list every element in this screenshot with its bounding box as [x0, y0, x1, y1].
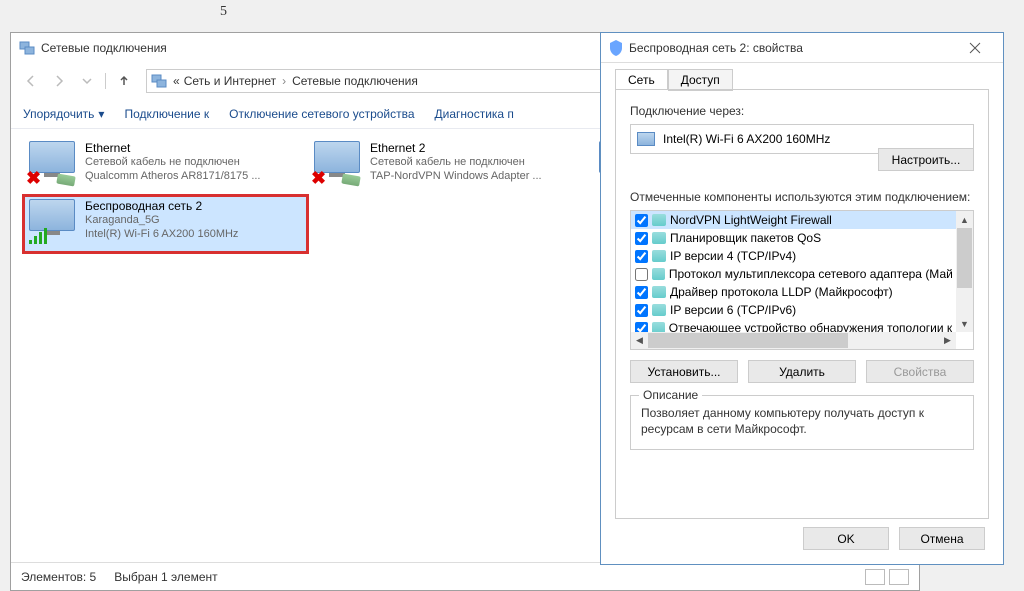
dropdown-icon: ▾	[98, 107, 104, 121]
component-icon	[652, 232, 666, 244]
scroll-left-icon[interactable]: ◀	[631, 332, 648, 349]
network-connections-icon	[19, 40, 35, 56]
scroll-thumb-h[interactable]	[648, 333, 848, 348]
adapter-name-text: Intel(R) Wi-Fi 6 AX200 160MHz	[663, 132, 830, 146]
icons-view-button[interactable]	[889, 569, 909, 585]
connect-to-button[interactable]: Подключение к	[124, 107, 209, 121]
breadcrumb-prefix: «	[171, 74, 182, 88]
component-icon	[652, 268, 665, 280]
component-icon	[652, 304, 666, 316]
component-checkbox[interactable]	[635, 304, 648, 317]
details-view-button[interactable]	[865, 569, 885, 585]
connection-adapter: Qualcomm Atheros AR8171/8175 ...	[85, 170, 302, 184]
props-title-text: Беспроводная сеть 2: свойства	[629, 41, 803, 55]
adapter-icon	[637, 132, 655, 146]
component-item[interactable]: IP версии 4 (TCP/IPv4)	[631, 247, 956, 265]
connection-icon: ✖	[314, 141, 362, 189]
status-selected-count: Выбран 1 элемент	[114, 570, 217, 584]
ok-button[interactable]: OK	[803, 527, 889, 550]
component-label: NordVPN LightWeight Firewall	[670, 213, 832, 227]
remove-button[interactable]: Удалить	[748, 360, 856, 383]
organize-menu[interactable]: Упорядочить ▾	[23, 107, 104, 121]
component-button-row: Установить... Удалить Свойства	[630, 360, 974, 383]
horizontal-scrollbar[interactable]: ◀ ▶	[631, 332, 956, 349]
organize-label: Упорядочить	[23, 107, 94, 121]
connection-status: Сетевой кабель не подключен	[370, 156, 587, 170]
component-item[interactable]: Планировщик пакетов QoS	[631, 229, 956, 247]
connection-adapter: Intel(R) Wi-Fi 6 AX200 160MHz	[85, 228, 302, 242]
component-checkbox[interactable]	[635, 232, 648, 245]
description-legend: Описание	[639, 388, 702, 402]
address-bar-icon	[151, 73, 167, 89]
breadcrumb-seg1[interactable]: Сеть и Интернет	[182, 74, 278, 88]
connection-item[interactable]: Беспроводная сеть 2Karaganda_5GIntel(R) …	[23, 195, 308, 253]
component-label: IP версии 6 (TCP/IPv6)	[670, 303, 796, 317]
component-checkbox[interactable]	[635, 250, 648, 263]
component-checkbox[interactable]	[635, 286, 648, 299]
cancel-button[interactable]: Отмена	[899, 527, 985, 550]
component-item[interactable]: Драйвер протокола LLDP (Майкрософт)	[631, 283, 956, 301]
connection-name: Беспроводная сеть 2	[85, 199, 302, 214]
scroll-right-icon[interactable]: ▶	[939, 332, 956, 349]
scroll-up-icon[interactable]: ▲	[956, 211, 973, 228]
tab-panel-network: Подключение через: Intel(R) Wi-Fi 6 AX20…	[615, 89, 989, 519]
component-label: Планировщик пакетов QoS	[670, 231, 821, 245]
connection-name: Ethernet	[85, 141, 302, 156]
back-button[interactable]	[19, 69, 43, 93]
explorer-window-title: Сетевые подключения	[41, 41, 167, 55]
connection-item[interactable]: ✖ Ethernet 2Сетевой кабель не подключенTA…	[308, 137, 593, 195]
components-label: Отмеченные компоненты используются этим …	[630, 190, 974, 204]
properties-button[interactable]: Свойства	[866, 360, 974, 383]
props-title-bar[interactable]: Беспроводная сеть 2: свойства	[601, 33, 1003, 63]
breadcrumb-chevron-icon[interactable]: ›	[278, 74, 290, 88]
disconnected-x-icon: ✖	[311, 168, 326, 189]
connect-via-label: Подключение через:	[630, 104, 974, 118]
connection-adapter: TAP-NordVPN Windows Adapter ...	[370, 170, 587, 184]
wifi-signal-icon	[29, 228, 49, 244]
connection-icon: ✖	[29, 141, 77, 189]
install-button[interactable]: Установить...	[630, 360, 738, 383]
dialog-footer: OK Отмена	[803, 527, 985, 550]
adapter-properties-dialog: Беспроводная сеть 2: свойства Сеть Досту…	[600, 32, 1004, 565]
configure-button[interactable]: Настроить...	[878, 148, 974, 171]
description-group: Описание Позволяет данному компьютеру по…	[630, 395, 974, 450]
component-checkbox[interactable]	[635, 214, 648, 227]
component-icon	[652, 286, 666, 298]
component-item[interactable]: Протокол мультиплексора сетевого адаптер…	[631, 265, 956, 283]
disable-device-button[interactable]: Отключение сетевого устройства	[229, 107, 414, 121]
component-item[interactable]: NordVPN LightWeight Firewall	[631, 211, 956, 229]
vertical-scrollbar[interactable]: ▲ ▼	[956, 211, 973, 332]
nav-separator	[105, 73, 106, 89]
disconnected-x-icon: ✖	[26, 168, 41, 189]
tab-access[interactable]: Доступ	[668, 69, 733, 91]
shield-icon	[609, 40, 623, 56]
status-item-count: Элементов: 5	[21, 570, 96, 584]
connection-item[interactable]: ✖ EthernetСетевой кабель не подключенQual…	[23, 137, 308, 195]
connection-name: Ethernet 2	[370, 141, 587, 156]
close-button[interactable]	[955, 36, 995, 60]
component-label: Драйвер протокола LLDP (Майкрософт)	[670, 285, 893, 299]
component-item[interactable]: IP версии 6 (TCP/IPv6)	[631, 301, 956, 319]
diagnose-button[interactable]: Диагностика п	[435, 107, 514, 121]
forward-button[interactable]	[47, 69, 71, 93]
history-dropdown[interactable]	[75, 69, 99, 93]
component-label: Протокол мультиплексора сетевого адаптер…	[669, 267, 952, 281]
component-icon	[652, 214, 666, 226]
connection-icon	[29, 199, 77, 247]
breadcrumb-seg2[interactable]: Сетевые подключения	[290, 74, 420, 88]
description-text: Позволяет данному компьютеру получать до…	[641, 406, 963, 437]
annotation-top-marker: 5	[220, 4, 227, 20]
connection-status: Karaganda_5G	[85, 214, 302, 228]
up-button[interactable]	[112, 69, 136, 93]
connection-status: Сетевой кабель не подключен	[85, 156, 302, 170]
tab-strip: Сеть Доступ	[601, 63, 1003, 89]
component-checkbox[interactable]	[635, 268, 648, 281]
components-listbox[interactable]: NordVPN LightWeight Firewall Планировщик …	[630, 210, 974, 350]
component-label: IP версии 4 (TCP/IPv4)	[670, 249, 796, 263]
explorer-status-bar: Элементов: 5 Выбран 1 элемент	[11, 562, 919, 590]
scroll-thumb-v[interactable]	[957, 228, 972, 288]
scroll-down-icon[interactable]: ▼	[956, 315, 973, 332]
tab-network[interactable]: Сеть	[615, 69, 668, 90]
component-icon	[652, 250, 666, 262]
